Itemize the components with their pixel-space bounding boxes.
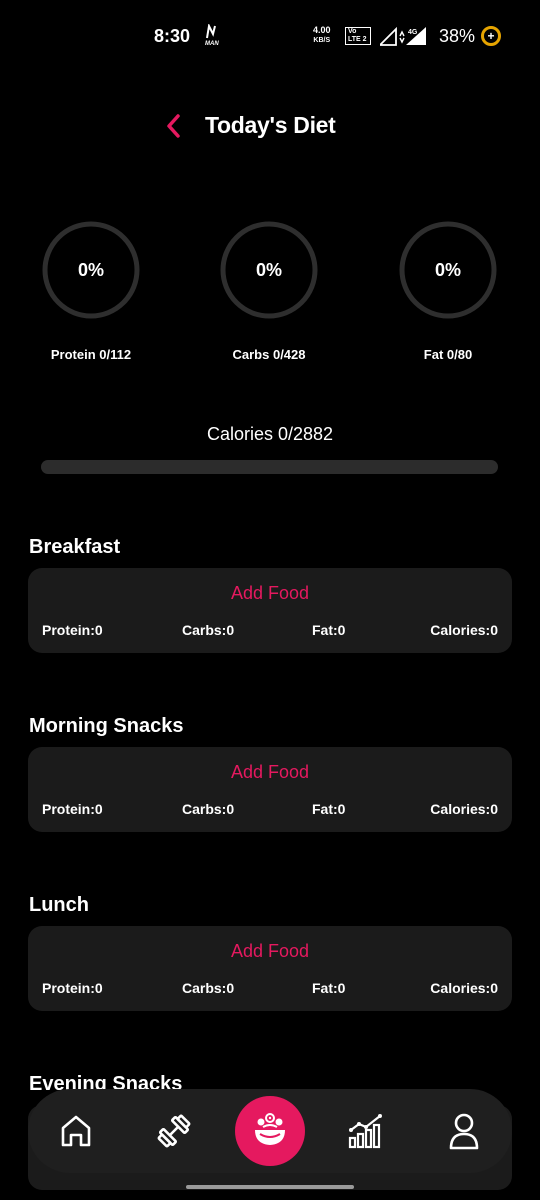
meal-fat: Fat:0	[312, 622, 346, 638]
calories-progress-bar	[41, 460, 498, 474]
gesture-bar	[186, 1185, 354, 1189]
fat-label: Fat 0/80	[423, 347, 473, 362]
status-bar: 8:30 MAN 4.00 KB/S Vo LTE 2 4G 38% +	[0, 0, 540, 72]
meal-calories: Calories:0	[430, 622, 498, 638]
signal-label: 4G	[408, 29, 418, 36]
carbs-macro: 0% Carbs 0/428	[199, 220, 339, 362]
meal-card-lunch: Add Food Protein:0 Carbs:0 Fat:0 Calorie…	[28, 926, 512, 1011]
home-icon	[61, 1115, 91, 1147]
meal-stats: Protein:0 Carbs:0 Fat:0 Calories:0	[42, 980, 498, 1000]
nav-progress[interactable]	[336, 1101, 396, 1161]
add-food-button[interactable]: Add Food	[28, 762, 512, 783]
nav-profile[interactable]	[434, 1101, 494, 1161]
meal-stats: Protein:0 Carbs:0 Fat:0 Calories:0	[42, 801, 498, 821]
bottom-nav	[28, 1089, 512, 1173]
diet-bowl-icon	[255, 1113, 285, 1145]
meal-carbs: Carbs:0	[182, 622, 235, 638]
meal-stats: Protein:0 Carbs:0 Fat:0 Calories:0	[42, 622, 498, 642]
signal-icon: 4G	[377, 26, 428, 51]
network-speed-value: 4.00	[313, 25, 331, 35]
carbs-percent: 0%	[255, 260, 282, 280]
protein-ring: 0%	[41, 220, 141, 320]
svg-text:MAN: MAN	[205, 41, 219, 46]
meal-fat: Fat:0	[312, 801, 346, 817]
volte-badge: Vo LTE 2	[345, 27, 371, 45]
network-speed-unit: KB/S	[313, 37, 331, 44]
meal-title-breakfast: Breakfast	[29, 536, 121, 558]
meal-title-lunch: Lunch	[29, 894, 89, 916]
page-title: Today's Diet	[205, 112, 336, 138]
battery-percent: 38%	[439, 26, 476, 46]
fat-macro: 0% Fat 0/80	[378, 220, 518, 362]
add-food-button[interactable]: Add Food	[28, 941, 512, 962]
fat-ring: 0%	[398, 220, 498, 320]
notification-icon: MAN	[205, 22, 221, 49]
back-button[interactable]	[160, 110, 188, 142]
meal-carbs: Carbs:0	[182, 980, 235, 996]
meal-protein: Protein:0	[42, 980, 103, 996]
battery-icon: +	[481, 26, 501, 46]
protein-macro: 0% Protein 0/112	[21, 220, 161, 362]
meal-card-morning-snacks: Add Food Protein:0 Carbs:0 Fat:0 Calorie…	[28, 747, 512, 832]
macro-summary: 0% Protein 0/112 0% Carbs 0/428 0% Fat 0…	[0, 220, 540, 380]
header: Today's Diet	[0, 106, 540, 146]
fat-percent: 0%	[434, 260, 461, 280]
meal-fat: Fat:0	[312, 980, 346, 996]
carbs-label: Carbs 0/428	[232, 347, 306, 362]
meal-protein: Protein:0	[42, 801, 103, 817]
status-time: 8:30	[154, 26, 191, 46]
calories-label: Calories 0/2882	[206, 424, 334, 444]
add-food-button[interactable]: Add Food	[28, 583, 512, 604]
meal-calories: Calories:0	[430, 980, 498, 996]
meal-card-breakfast: Add Food Protein:0 Carbs:0 Fat:0 Calorie…	[28, 568, 512, 653]
chevron-left-icon	[167, 114, 180, 138]
nav-home[interactable]	[46, 1101, 106, 1161]
carbs-ring: 0%	[219, 220, 319, 320]
network-speed: 4.00 KB/S	[313, 26, 331, 45]
protein-percent: 0%	[77, 260, 104, 280]
nav-workout[interactable]	[144, 1101, 204, 1161]
protein-label: Protein 0/112	[50, 347, 132, 362]
meal-calories: Calories:0	[430, 801, 498, 817]
nav-diet[interactable]	[235, 1096, 305, 1166]
profile-icon	[449, 1113, 479, 1150]
meal-protein: Protein:0	[42, 622, 103, 638]
meal-carbs: Carbs:0	[182, 801, 235, 817]
stats-chart-icon	[348, 1114, 382, 1149]
meal-title-morning-snacks: Morning Snacks	[29, 715, 184, 737]
dumbbell-icon	[157, 1114, 191, 1148]
